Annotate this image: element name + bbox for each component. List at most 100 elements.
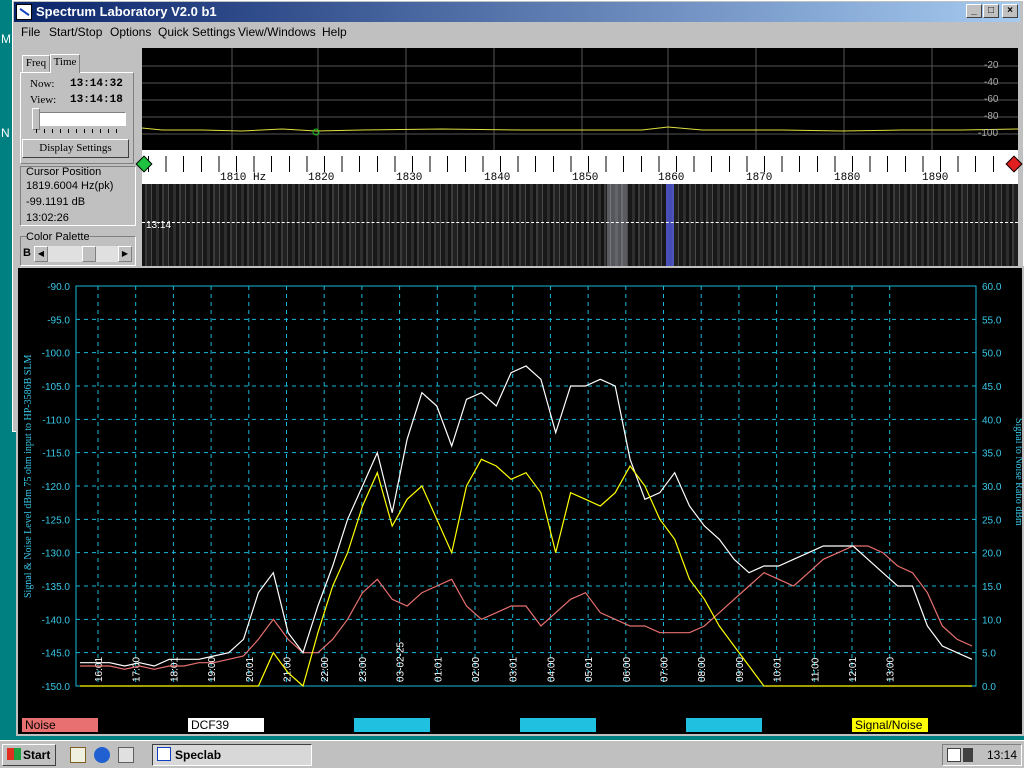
spectrum-graph [142, 48, 1018, 150]
legend-empty-1[interactable] [354, 718, 430, 732]
x-tick-label: 02:00 [471, 657, 482, 682]
start-label: Start [23, 748, 51, 762]
menu-view-windows[interactable]: View/Windows [238, 25, 316, 39]
palette-right-arrow-icon[interactable]: ▶ [118, 246, 132, 262]
view-value: 13:14:18 [70, 94, 123, 106]
x-tick-label: 23:00 [358, 657, 369, 682]
y2-tick-label: 15.0 [982, 582, 1002, 593]
menu-options[interactable]: Options [110, 25, 151, 39]
menu-help[interactable]: Help [322, 25, 347, 39]
freq-label: 1810 Hz [220, 172, 267, 184]
legend-dcf39[interactable]: DCF39 [188, 718, 264, 732]
display-settings-button[interactable]: Display Settings [22, 139, 129, 158]
menu-quick-settings[interactable]: Quick Settings [158, 25, 235, 39]
series-line-dcf39 [80, 365, 973, 667]
y2-tick-label: 20.0 [982, 549, 1002, 560]
slider-ticks [36, 129, 124, 133]
tray-icon[interactable] [947, 748, 961, 762]
y-tick-label: -125.0 [42, 515, 71, 526]
tab-time[interactable]: Time [50, 54, 80, 73]
x-tick-label: 16:01 [94, 657, 105, 682]
y2-tick-label: 25.0 [982, 515, 1002, 526]
palette-b-label: B [23, 247, 31, 259]
menu-start-stop[interactable]: Start/Stop [49, 25, 102, 39]
spectrum-trace [142, 126, 1018, 132]
y-tick-label: -105.0 [42, 382, 71, 393]
chart-window[interactable]: -90.0 -95.0 -100.0 -105.0 -110.0 -115.0 -120.0… [16, 266, 1024, 736]
speaker-icon[interactable] [963, 748, 973, 762]
app-icon[interactable] [16, 4, 32, 20]
y-tick-label: -115.0 [42, 449, 70, 460]
signal-noise-chart: -90.0 -95.0 -100.0 -105.0 -110.0 -115.0 -120.0… [23, 282, 1022, 693]
palette-left-arrow-icon[interactable]: ◀ [34, 246, 48, 262]
legend-empty-3[interactable] [686, 718, 762, 732]
y-tick-label: -150.0 [42, 682, 71, 693]
minimize-button[interactable]: _ [966, 4, 982, 18]
palette-scroll-thumb[interactable] [82, 246, 96, 262]
db-label: -20 [984, 60, 999, 71]
x-tick-label: 10:01 [773, 657, 784, 682]
x-tick-label: 07:00 [660, 657, 671, 682]
y-tick-label: -90.0 [47, 282, 70, 293]
y-axis-label: Signal & Noise Level dBm 75 ohm input to… [23, 355, 34, 598]
series-line-noise [80, 545, 973, 670]
time-slider-thumb[interactable] [32, 108, 40, 130]
taskbar-speclab-button[interactable]: Speclab [152, 744, 312, 766]
y-tick-label: -95.0 [47, 315, 70, 326]
menu-file[interactable]: File [21, 25, 40, 39]
freq-label: 1850 [572, 172, 599, 184]
y2-tick-label: 5.0 [982, 649, 996, 660]
y2-tick-label: 55.0 [982, 315, 1002, 326]
freq-label: 1890 [922, 172, 949, 184]
y-tick-label: -145.0 [42, 649, 71, 660]
ruler-ticks [148, 156, 1004, 172]
desktop-letter-n: N [1, 126, 10, 140]
freq-label: 1860 [658, 172, 685, 184]
legend-empty-2[interactable] [520, 718, 596, 732]
freq-label: 1870 [746, 172, 773, 184]
x-tick-label: 18:01 [169, 657, 180, 682]
speclab-label: Speclab [175, 748, 222, 762]
internet-explorer-icon[interactable] [94, 747, 110, 763]
waterfall-time-label: 13:14 [146, 220, 172, 231]
db-label: -80 [984, 111, 999, 122]
legend-signal-noise[interactable]: Signal/Noise [852, 718, 928, 732]
palette-group-title: Color Palette [26, 231, 90, 243]
view-label: View: [30, 94, 57, 106]
window-title: Spectrum Laboratory V2.0 b1 [36, 4, 217, 19]
cursor-group-title: Cursor Position [26, 166, 102, 178]
db-label: -100 [978, 128, 999, 139]
y2-tick-label: 50.0 [982, 349, 1002, 360]
legend-noise[interactable]: Noise [22, 718, 98, 732]
title-bar[interactable]: Spectrum Laboratory V2.0 b1 _ □ × [14, 2, 1020, 22]
freq-label: 1830 [396, 172, 423, 184]
system-tray: 13:14 [942, 744, 1022, 766]
now-label: Now: [30, 78, 55, 90]
close-button[interactable]: × [1002, 4, 1018, 18]
y-tick-label: -130.0 [42, 549, 71, 560]
time-slider-track[interactable] [34, 112, 126, 126]
waterfall-display[interactable]: 13:14 [142, 184, 1018, 266]
x-tick-label: 13:00 [886, 657, 897, 682]
x-tick-label: 12:01 [848, 657, 859, 682]
frequency-ruler[interactable]: 1810 Hz 1820 1830 1840 1850 1860 1870 18… [135, 150, 1023, 184]
now-value: 13:14:32 [70, 78, 123, 90]
tab-freq[interactable]: Freq [22, 55, 50, 72]
x-tick-label: 22:00 [320, 657, 331, 682]
quick-launch-icon[interactable] [70, 747, 86, 763]
x-tick-label: 05:01 [584, 657, 595, 682]
y2-tick-label: 35.0 [982, 449, 1002, 460]
clock[interactable]: 13:14 [987, 748, 1017, 762]
y2-axis-label: Signal to Noise Ratio dBm [1013, 418, 1022, 526]
taskbar: Start Speclab 13:14 [0, 740, 1024, 768]
x-tick-label: 01:01 [433, 657, 444, 682]
y-tick-label: -100.0 [42, 349, 71, 360]
y2-tick-label: 60.0 [982, 282, 1002, 293]
y-tick-label: -110.0 [42, 415, 70, 426]
start-button[interactable]: Start [2, 744, 56, 766]
x-tick-label: 03-02-25 [396, 642, 407, 682]
menu-bar: File Start/Stop Options Quick Settings V… [16, 22, 1020, 42]
desktop-icon[interactable] [118, 747, 134, 763]
freq-label: 1880 [834, 172, 861, 184]
maximize-button[interactable]: □ [983, 4, 999, 18]
